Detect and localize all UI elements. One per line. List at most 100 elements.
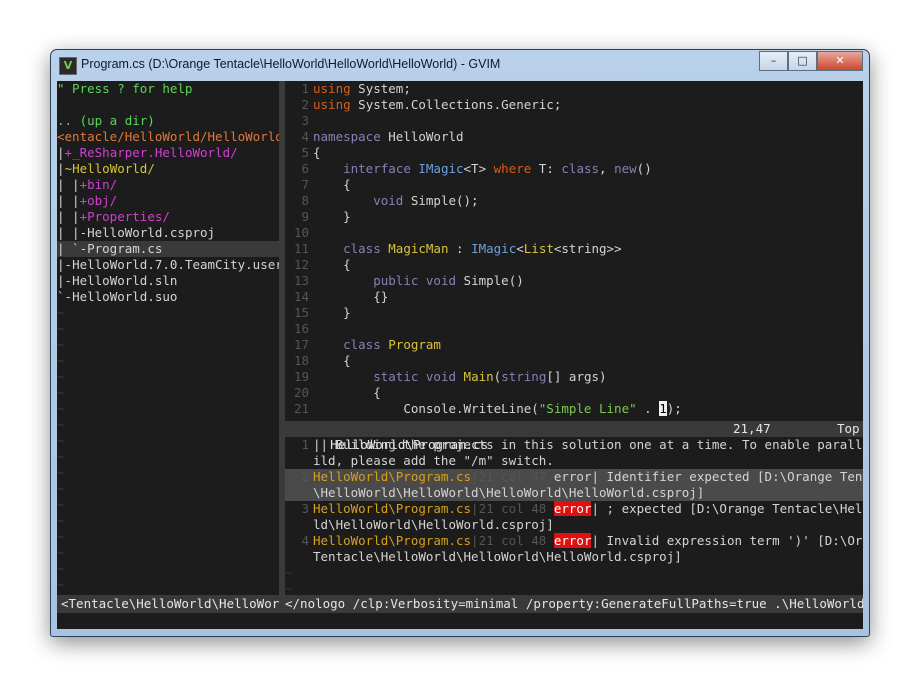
tree-marker: - [79,225,88,240]
line-number: 1 [301,437,309,452]
code-line[interactable]: 14 {} [285,289,863,305]
minimize-button[interactable]: – [759,51,788,71]
code-line[interactable]: 13 public void Simple() [285,273,863,289]
code-line[interactable]: 15 } [285,305,863,321]
code-line[interactable]: 8 void Simple(); [285,193,863,209]
code-token: T: [531,161,562,176]
code-token: } [343,305,351,320]
line-number: 4 [301,129,309,144]
tree-marker: ~ [64,161,73,176]
line-number: 13 [293,273,309,288]
empty-line-marker: ~ [57,401,65,416]
tree-guide: | ` [57,241,80,256]
tree-item-label: HelloWorld/ [72,161,155,176]
line-number: 1 [301,81,309,96]
tree-status-line: <Tentacle\HelloWorld\HelloWorld [61,596,279,611]
tree-item-label: HelloWorld.7.0.TeamCity.user [72,257,279,272]
line-number: 6 [301,161,309,176]
code-token: namespace [313,129,381,144]
tree-item[interactable]: | |+Properties/ [57,209,279,225]
line-number: 3 [301,501,309,516]
code-token: : [448,241,472,256]
code-line[interactable]: 12 { [285,257,863,273]
status-scroll-position: Top [837,421,860,436]
code-line-current[interactable]: 21 Console.WriteLine("Simple Line" . 1); [285,401,863,417]
code-line[interactable]: 16 [285,321,863,337]
tree-marker: + [79,177,88,192]
bottom-status-lines[interactable]: <Tentacle\HelloWorld\HelloWorld </nologo… [57,595,863,613]
tree-item[interactable]: |+_ReSharper.HelloWorld/ [57,145,279,161]
code-token: static [373,369,419,384]
empty-line-marker: ~ [57,545,65,560]
tree-root-path[interactable]: <entacle/HelloWorld/HelloWorld/ [57,129,279,145]
tree-item[interactable]: | |+bin/ [57,177,279,193]
code-line[interactable]: 11 class MagicMan : IMagic<List<string>> [285,241,863,257]
code-token: System.Collections.Generic; [350,97,562,112]
vim-client-area[interactable]: " Press ? for help .. (up a dir) <entacl… [57,81,863,629]
empty-line-marker: ~ [285,565,293,580]
tree-guide: | | [57,209,80,224]
quickfix-pane[interactable]: 1 || Building the projects in this soluti… [285,437,863,595]
quickfix-error-entry-selected[interactable]: \HelloWorld\HelloWorld\HelloWorld\HelloW… [285,485,863,501]
code-line[interactable]: 18 { [285,353,863,369]
code-line[interactable]: 7 { [285,177,863,193]
command-line[interactable] [57,613,863,629]
quickfix-status-line: </nologo /clp:Verbosity=minimal /propert… [285,596,863,611]
empty-line-marker: ~ [57,385,65,400]
quickfix-text: ild, please add the "/m" switch. [313,453,554,468]
code-line[interactable]: 4 namespace HelloWorld [285,129,863,145]
code-line[interactable]: 19 static void Main(string[] args) [285,369,863,385]
code-line[interactable]: 3 [285,113,863,129]
tree-marker: - [64,289,73,304]
maximize-button[interactable]: □ [788,51,817,71]
tree-item[interactable]: `-HelloWorld.suo [57,289,279,305]
code-line[interactable]: 10 [285,225,863,241]
code-token: using [313,81,351,96]
tree-guide: | | [57,177,80,192]
code-line[interactable]: 2 using System.Collections.Generic; [285,97,863,113]
quickfix-error-entry[interactable]: 4 HelloWorld\Program.cs|21 col 48 error| … [285,533,863,549]
quickfix-error-entry[interactable]: ld\HelloWorld\HelloWorld.csproj] [285,517,863,533]
quickfix-line[interactable]: 1 || Building the projects in this soluti… [285,437,863,453]
code-line[interactable]: 6 interface IMagic<T> where T: class, ne… [285,161,863,177]
code-token: () [636,161,652,176]
line-number: 15 [293,305,309,320]
code-token: { [343,257,351,272]
tree-item[interactable]: |-HelloWorld.sln [57,273,279,289]
quickfix-error-entry-selected[interactable]: 2 HelloWorld\Program.cs|21 col 47 error| … [285,469,863,485]
code-token: ); [666,401,682,416]
tree-item[interactable]: | |+obj/ [57,193,279,209]
tree-marker: - [79,241,88,256]
code-token: where [493,161,532,176]
quickfix-error-entry[interactable]: Tentacle\HelloWorld\HelloWorld\HelloWorl… [285,549,863,565]
tree-item-selected[interactable]: | `-Program.cs [57,241,279,257]
quickfix-line[interactable]: ild, please add the "/m" switch. [285,453,863,469]
title-bar[interactable]: V Program.cs (D:\Orange Tentacle\HelloWo… [51,50,869,80]
tree-guide: | [57,257,65,272]
tree-item[interactable]: |-HelloWorld.7.0.TeamCity.user [57,257,279,273]
vim-app-icon[interactable]: V [59,57,77,75]
code-line[interactable]: 1 using System; [285,81,863,97]
code-token: { [343,177,351,192]
line-number: 8 [301,193,309,208]
quickfix-error-entry[interactable]: 3 HelloWorld\Program.cs|21 col 48 error| … [285,501,863,517]
window-title: Program.cs (D:\Orange Tentacle\HelloWorl… [81,57,501,71]
tree-item[interactable]: | |-HelloWorld.csproj [57,225,279,241]
close-button[interactable]: ✕ [817,51,863,71]
code-line[interactable]: 17 class Program [285,337,863,353]
code-token: Simple() [456,273,524,288]
tree-up-dir[interactable]: .. (up a dir) [57,113,279,129]
tree-item[interactable]: |~HelloWorld/ [57,161,279,177]
file-tree-pane[interactable]: " Press ? for help .. (up a dir) <entacl… [57,81,279,595]
code-line[interactable]: 5{ [285,145,863,161]
code-token: { [373,385,381,400]
code-status-line[interactable]: HelloWorld\Program.cs 21,47 Top [285,421,863,452]
code-token: Program [388,337,441,352]
code-editor-pane[interactable]: 1 using System; 2 using System.Collections… [285,81,863,421]
code-line[interactable]: 9 } [285,209,863,225]
code-line[interactable]: 20 { [285,385,863,401]
error-message: | Identifier expected [D:\Orange Tentacl… [591,469,863,484]
error-location: |21 col 47 [471,469,547,484]
line-number: 19 [293,369,309,384]
tree-guide: | | [57,193,80,208]
